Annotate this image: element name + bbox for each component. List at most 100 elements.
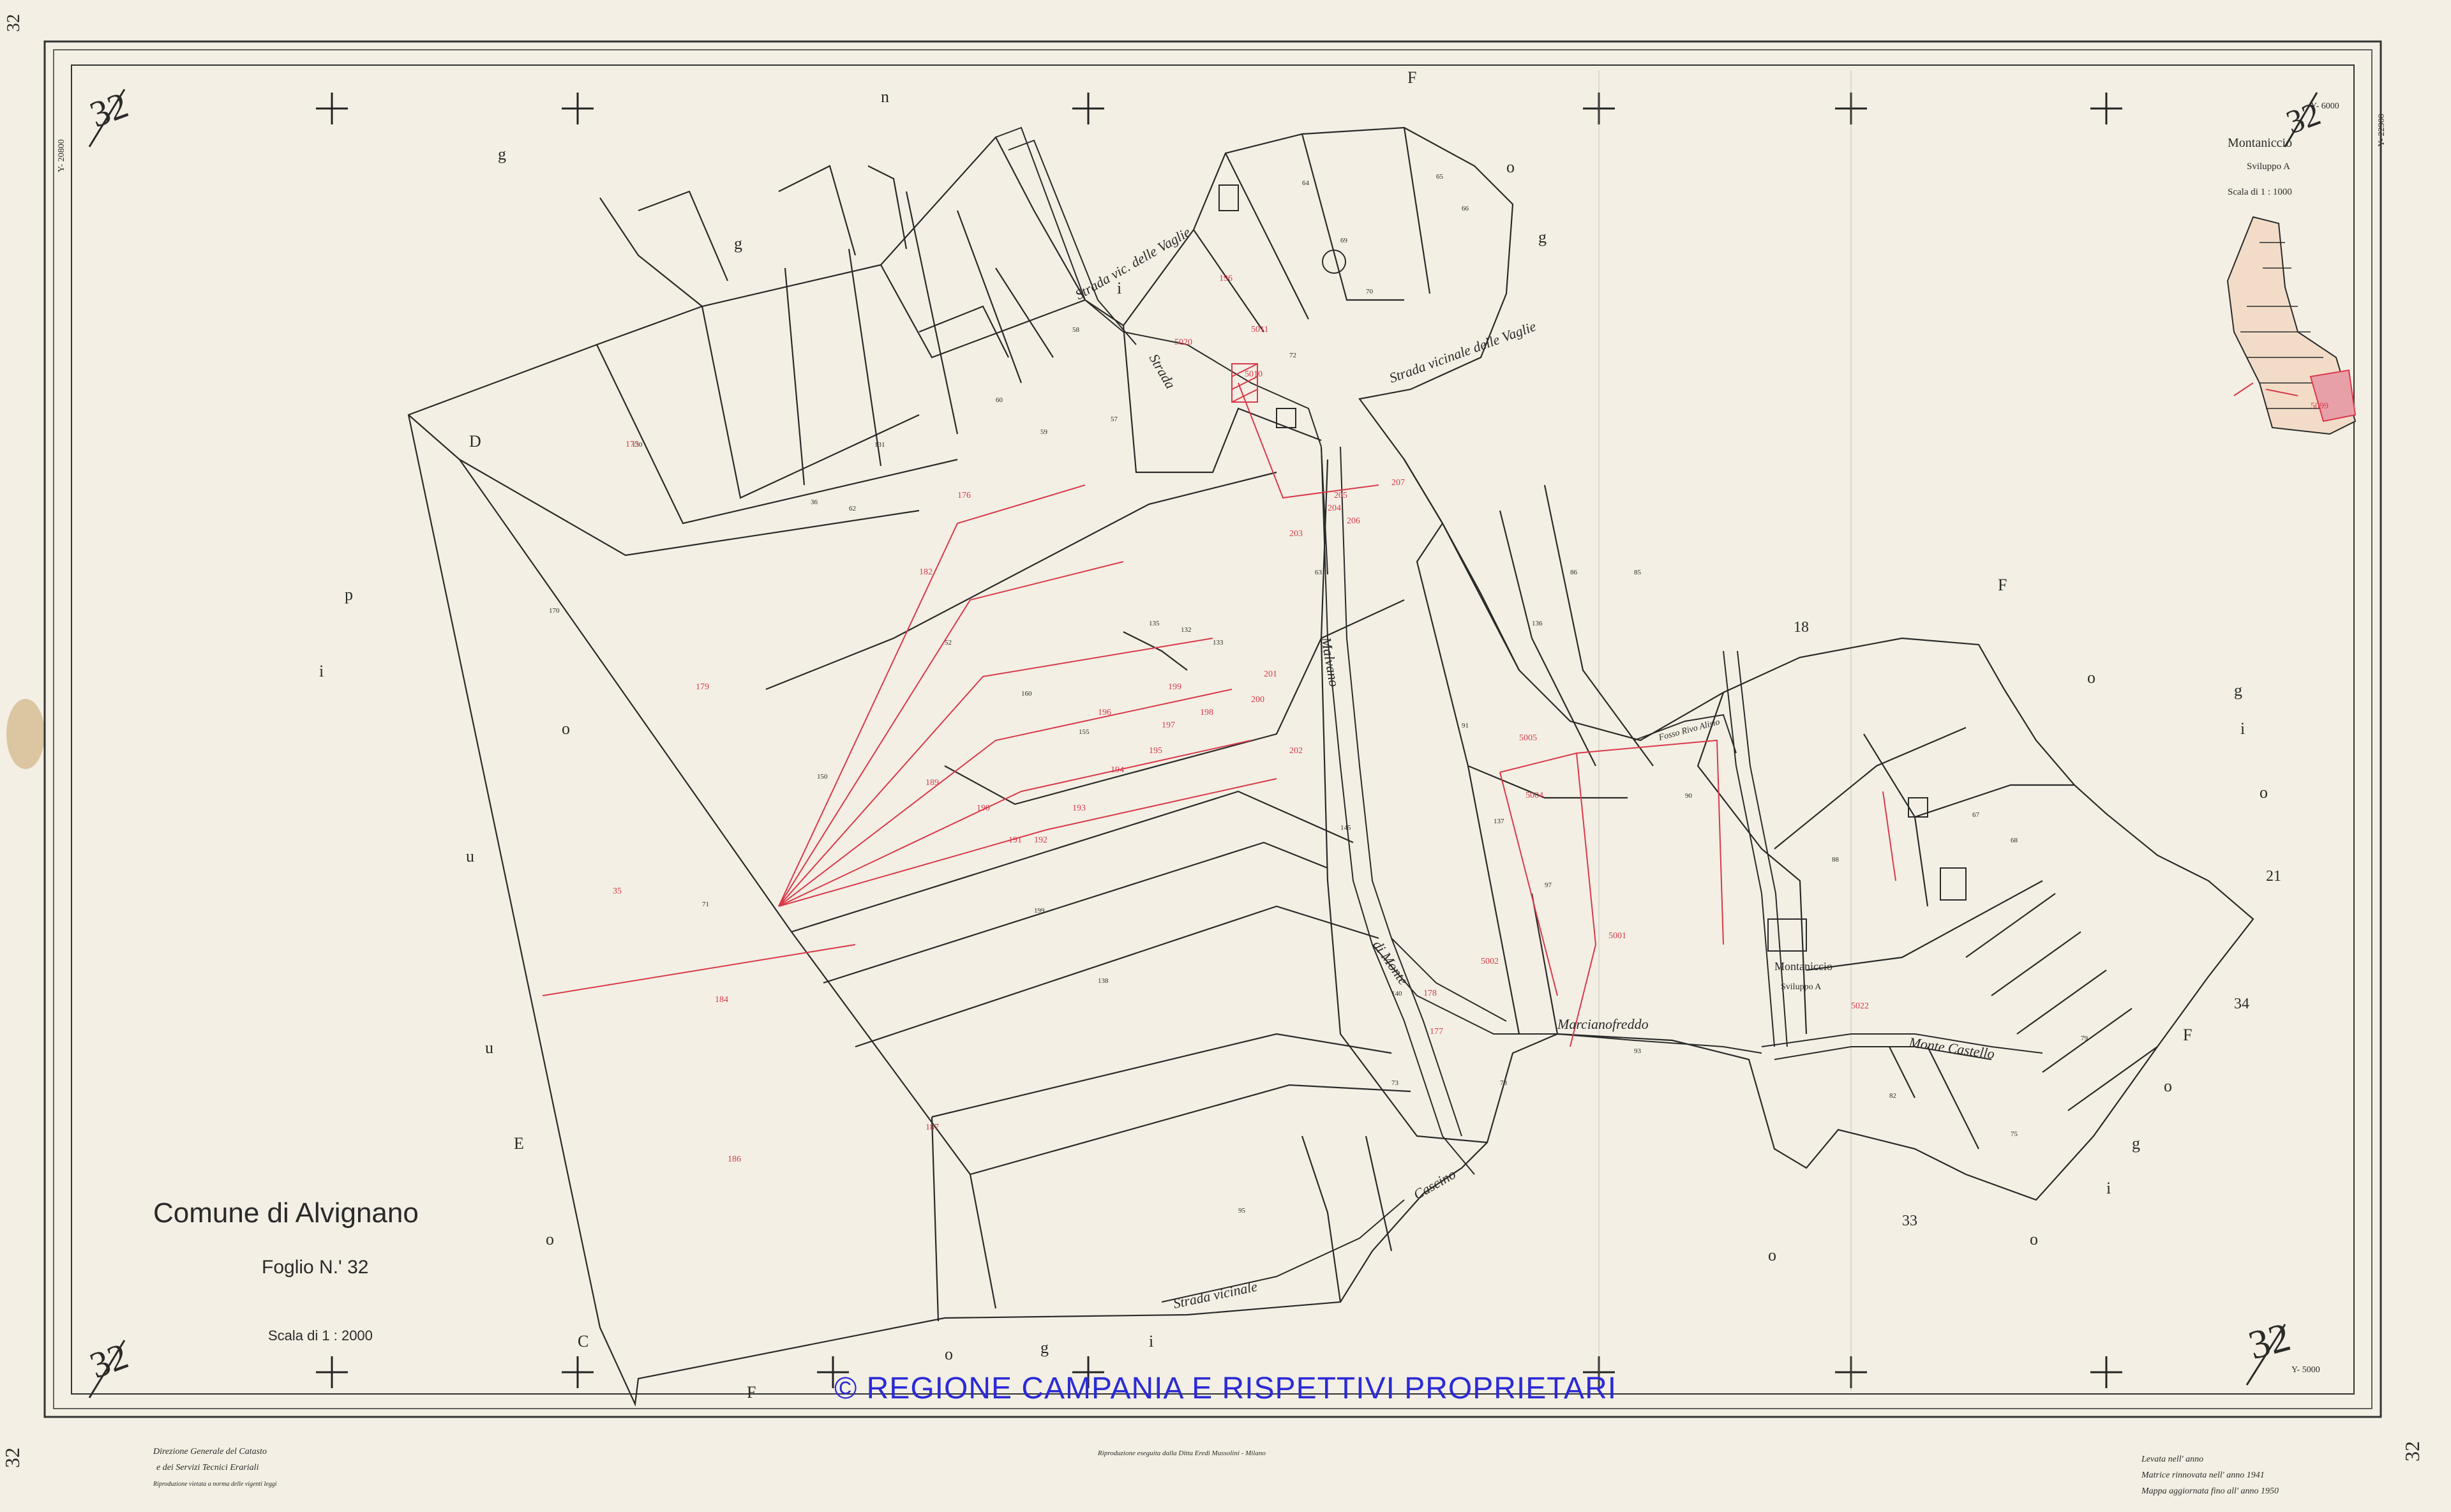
svg-text:145: 145 [1340, 824, 1351, 832]
svg-text:160: 160 [1021, 690, 1032, 698]
svg-text:D: D [469, 432, 481, 451]
svg-text:196: 196 [1098, 708, 1111, 717]
svg-text:o: o [2087, 668, 2095, 687]
svg-text:5010: 5010 [1245, 370, 1263, 379]
svg-text:F: F [1998, 576, 2007, 594]
svg-text:o: o [2164, 1077, 2172, 1095]
svg-text:i: i [1117, 279, 1121, 297]
sheet-mark-corner-bl: 32 [1, 1448, 24, 1468]
svg-text:g: g [498, 145, 506, 163]
svg-text:199: 199 [1034, 907, 1045, 915]
svg-text:177: 177 [1430, 1027, 1443, 1037]
svg-text:g: g [734, 234, 742, 253]
svg-text:o: o [1768, 1246, 1776, 1264]
svg-text:136: 136 [1532, 620, 1543, 627]
svg-text:65: 65 [1436, 173, 1444, 181]
svg-text:192: 192 [1034, 835, 1047, 845]
sheet-21: 21 [2266, 868, 2281, 885]
svg-text:155: 155 [1079, 728, 1090, 736]
svg-text:190: 190 [977, 804, 990, 813]
svg-text:85: 85 [1634, 569, 1642, 576]
svg-text:36: 36 [811, 498, 818, 506]
svg-text:88: 88 [1832, 856, 1840, 864]
svg-text:F: F [2183, 1026, 2192, 1044]
svg-text:82: 82 [1889, 1092, 1896, 1100]
inset-scale: Scala di 1 : 1000 [2228, 187, 2292, 197]
svg-text:5011: 5011 [1251, 325, 1268, 334]
svg-text:132: 132 [1181, 626, 1192, 634]
coord-top-left: Y- 20800 [57, 139, 66, 172]
svg-text:58: 58 [1072, 326, 1080, 334]
sheet-18: 18 [1794, 619, 1809, 636]
svg-text:u: u [466, 847, 474, 865]
svg-text:70: 70 [1366, 288, 1374, 296]
svg-text:C: C [578, 1332, 588, 1351]
svg-text:79: 79 [2081, 1035, 2088, 1042]
svg-text:64: 64 [1302, 179, 1310, 187]
cadastral-map: 1303662 1316059 5857135 13213352 1501991… [0, 0, 2451, 1512]
coord-top-right: Y- 22900 [2377, 114, 2387, 147]
svg-text:i: i [2106, 1179, 2111, 1197]
svg-text:204: 204 [1328, 504, 1341, 513]
svg-text:o: o [1506, 158, 1515, 176]
svg-text:75: 75 [2011, 1130, 2018, 1138]
svg-text:191: 191 [1008, 835, 1022, 845]
svg-text:206: 206 [1347, 516, 1360, 526]
inset-subtitle: Sviluppo A [2247, 161, 2290, 172]
svg-text:o: o [546, 1230, 554, 1248]
svg-text:131: 131 [874, 441, 885, 449]
svg-text:57: 57 [1111, 415, 1118, 423]
footer-right-2: Matrice rinnovata nell' anno 1941 [2141, 1471, 2265, 1480]
svg-text:198: 198 [1200, 708, 1213, 717]
svg-text:193: 193 [1072, 804, 1086, 813]
scale-label: Scala di 1 : 2000 [268, 1328, 373, 1344]
svg-text:5001: 5001 [1608, 931, 1626, 941]
svg-text:60: 60 [996, 396, 1003, 404]
svg-text:F: F [1407, 68, 1416, 87]
svg-text:E: E [514, 1134, 524, 1153]
svg-text:194: 194 [1111, 765, 1124, 775]
svg-text:90: 90 [1685, 792, 1693, 800]
svg-text:63: 63 [1315, 569, 1323, 576]
svg-text:72: 72 [1289, 352, 1296, 359]
footer-center: Riproduzione eseguita dalla Ditta Eredi … [1097, 1449, 1266, 1457]
svg-text:n: n [881, 87, 889, 106]
place-montaniccio: Montaniccio [1774, 960, 1833, 973]
place-sviluppo: Sviluppo A [1781, 982, 1822, 992]
svg-text:140: 140 [1391, 990, 1402, 998]
footer-left-3: Riproduzione vietata a norma delle vigen… [153, 1481, 277, 1488]
svg-text:5005: 5005 [1519, 733, 1537, 743]
svg-text:5020: 5020 [1174, 338, 1192, 347]
comune-title: Comune di Alvignano [153, 1197, 419, 1229]
svg-text:69: 69 [1340, 237, 1348, 244]
copyright-notice: © REGIONE CAMPANIA E RISPETTIVI PROPRIET… [834, 1372, 1617, 1405]
svg-text:78: 78 [1500, 1079, 1508, 1087]
svg-text:189: 189 [926, 778, 939, 788]
road-label-marcianofreddo: Marcianofreddo [1557, 1016, 1649, 1032]
svg-text:170: 170 [549, 607, 560, 615]
svg-text:200: 200 [1251, 695, 1264, 705]
svg-text:138: 138 [1098, 977, 1109, 985]
svg-text:207: 207 [1391, 478, 1405, 488]
svg-text:93: 93 [1634, 1047, 1642, 1055]
svg-text:68: 68 [2011, 837, 2018, 844]
svg-text:o: o [562, 719, 570, 738]
svg-text:175: 175 [626, 440, 639, 449]
svg-text:186: 186 [728, 1155, 741, 1164]
svg-text:187: 187 [926, 1123, 939, 1132]
svg-text:5022: 5022 [1851, 1001, 1869, 1011]
svg-text:184: 184 [715, 995, 728, 1005]
footer-left-2: e dei Servizi Tecnici Erariali [156, 1463, 259, 1472]
sheet-mark-corner-tl: 32 [4, 14, 24, 32]
svg-text:179: 179 [696, 682, 709, 692]
svg-text:67: 67 [1972, 811, 1980, 819]
svg-text:o: o [2030, 1230, 2038, 1248]
sheet-33: 33 [1902, 1213, 1917, 1229]
svg-text:5004: 5004 [1525, 791, 1543, 800]
svg-text:p: p [345, 585, 353, 604]
svg-text:197: 197 [1162, 721, 1175, 730]
svg-text:176: 176 [957, 491, 971, 500]
svg-text:g: g [1040, 1338, 1049, 1357]
svg-text:i: i [319, 662, 324, 680]
footer-right-1: Levata nell' anno [2141, 1455, 2203, 1464]
